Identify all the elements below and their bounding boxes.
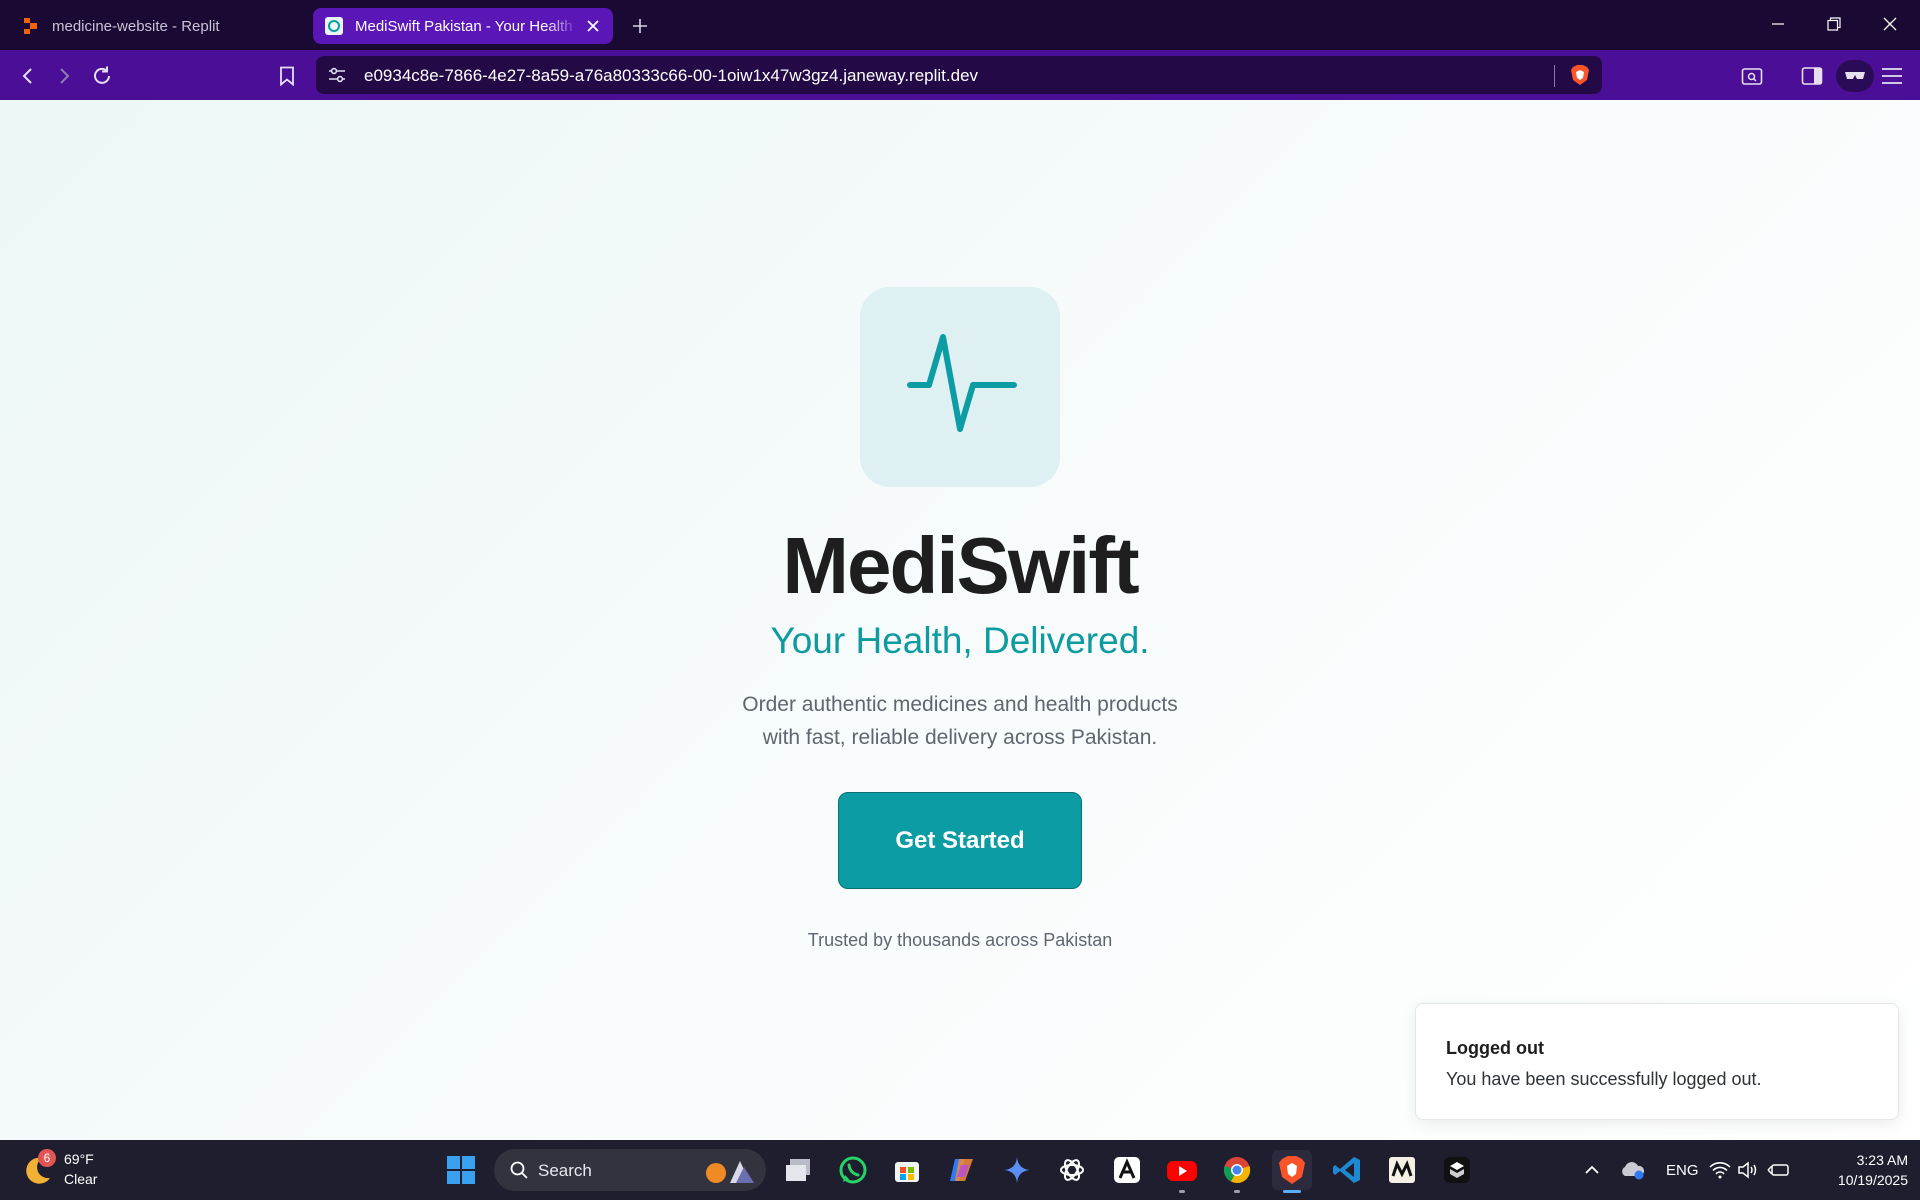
brave-icon[interactable] [1272, 1150, 1312, 1193]
whatsapp-icon[interactable] [833, 1150, 873, 1190]
sidebar-toggle-icon[interactable] [1796, 60, 1828, 92]
description-line: with fast, reliable delivery across Paki… [762, 726, 1158, 749]
search-highlight-icon [700, 1155, 760, 1190]
active-indicator [1283, 1190, 1301, 1193]
text-app-icon[interactable] [1107, 1150, 1147, 1190]
gemini-icon[interactable] [997, 1150, 1037, 1190]
forward-button[interactable] [48, 60, 80, 92]
tab-title: medicine-website - Replit [52, 17, 220, 35]
weather-temp: 69°F [64, 1151, 94, 1167]
logout-toast: Logged out You have been successfully lo… [1415, 1003, 1899, 1120]
running-indicator [1234, 1190, 1240, 1193]
menu-icon[interactable] [1876, 60, 1908, 92]
brave-shields-icon[interactable] [1570, 64, 1590, 91]
chevron-up-icon[interactable] [1572, 1150, 1612, 1190]
clock-time: 3:23 AM [1856, 1152, 1908, 1168]
volume-icon[interactable] [1734, 1150, 1762, 1190]
clock-date: 10/19/2025 [1837, 1172, 1908, 1188]
url-text: e0934c8e-7866-4e27-8a59-a76a80333c66-00-… [364, 66, 979, 85]
description: Order authentic medicines and health pro… [660, 688, 1260, 754]
task-view-icon[interactable] [778, 1150, 818, 1190]
browser-tabstrip: medicine-website - Replit MediSwift Paki… [0, 0, 1920, 50]
trusted-text: Trusted by thousands across Pakistan [807, 930, 1113, 950]
bookmark-icon[interactable] [271, 60, 303, 92]
taskbar-search[interactable]: Search [494, 1149, 766, 1191]
reload-button[interactable] [86, 60, 118, 92]
leo-glasses-icon[interactable] [1836, 60, 1874, 92]
youtube-icon[interactable] [1162, 1150, 1202, 1193]
pulse-icon [860, 287, 1060, 487]
chatgpt-icon[interactable] [1052, 1150, 1092, 1190]
weather-widget[interactable]: 6 69°F Clear [20, 1148, 140, 1192]
copilot-icon[interactable] [942, 1150, 982, 1190]
language-indicator[interactable]: ENG [1666, 1162, 1699, 1179]
replit-icon [22, 17, 40, 35]
vscode-icon[interactable] [1327, 1150, 1367, 1190]
tagline: Your Health, Delivered. [770, 620, 1150, 661]
back-button[interactable] [12, 60, 44, 92]
toast-title: Logged out [1446, 1038, 1544, 1058]
site-settings-icon[interactable] [328, 66, 346, 89]
running-indicator [1179, 1190, 1185, 1193]
start-icon[interactable] [441, 1150, 481, 1190]
tab-title: MediSwift Pakistan - Your Health [355, 17, 573, 35]
taskbar: 6 69°F Clear Search ENG 3:23 AM 10/19/20… [0, 1140, 1920, 1200]
mediswift-favicon [325, 17, 343, 35]
landing-page: MediSwift Your Health, Delivered. Order … [0, 100, 1920, 1140]
get-started-button[interactable]: Get Started [838, 792, 1082, 889]
tab-replit[interactable]: medicine-website - Replit [10, 8, 310, 44]
chrome-icon[interactable] [1217, 1150, 1257, 1193]
store-icon[interactable] [887, 1150, 927, 1190]
brand-title: MediSwift [782, 521, 1139, 610]
toast-message: You have been successfully logged out. [1446, 1069, 1762, 1089]
box-app-icon[interactable] [1437, 1150, 1477, 1190]
battery-icon[interactable] [1762, 1150, 1794, 1190]
restore-button[interactable] [1806, 4, 1862, 44]
search-label: Search [538, 1161, 592, 1180]
taskbar-clock[interactable]: 3:23 AM 10/19/2025 [1816, 1150, 1908, 1190]
minimize-button[interactable] [1750, 4, 1806, 44]
onedrive-icon[interactable] [1612, 1150, 1652, 1190]
tab-mediswift[interactable]: MediSwift Pakistan - Your Health [313, 8, 613, 44]
screenshot-search-icon[interactable] [1736, 60, 1768, 92]
weather-condition: Clear [64, 1171, 98, 1187]
new-tab-button[interactable] [626, 12, 654, 40]
weather-badge: 6 [38, 1149, 56, 1167]
close-tab-icon[interactable] [579, 12, 607, 40]
address-bar-divider [1554, 65, 1555, 87]
wifi-icon[interactable] [1706, 1150, 1734, 1190]
notion-like-icon[interactable] [1382, 1150, 1422, 1190]
search-icon [510, 1161, 528, 1184]
close-window-button[interactable] [1862, 4, 1918, 44]
description-line: Order authentic medicines and health pro… [742, 693, 1178, 716]
browser-toolbar: e0934c8e-7866-4e27-8a59-a76a80333c66-00-… [0, 50, 1920, 100]
address-bar[interactable]: e0934c8e-7866-4e27-8a59-a76a80333c66-00-… [316, 56, 1602, 94]
